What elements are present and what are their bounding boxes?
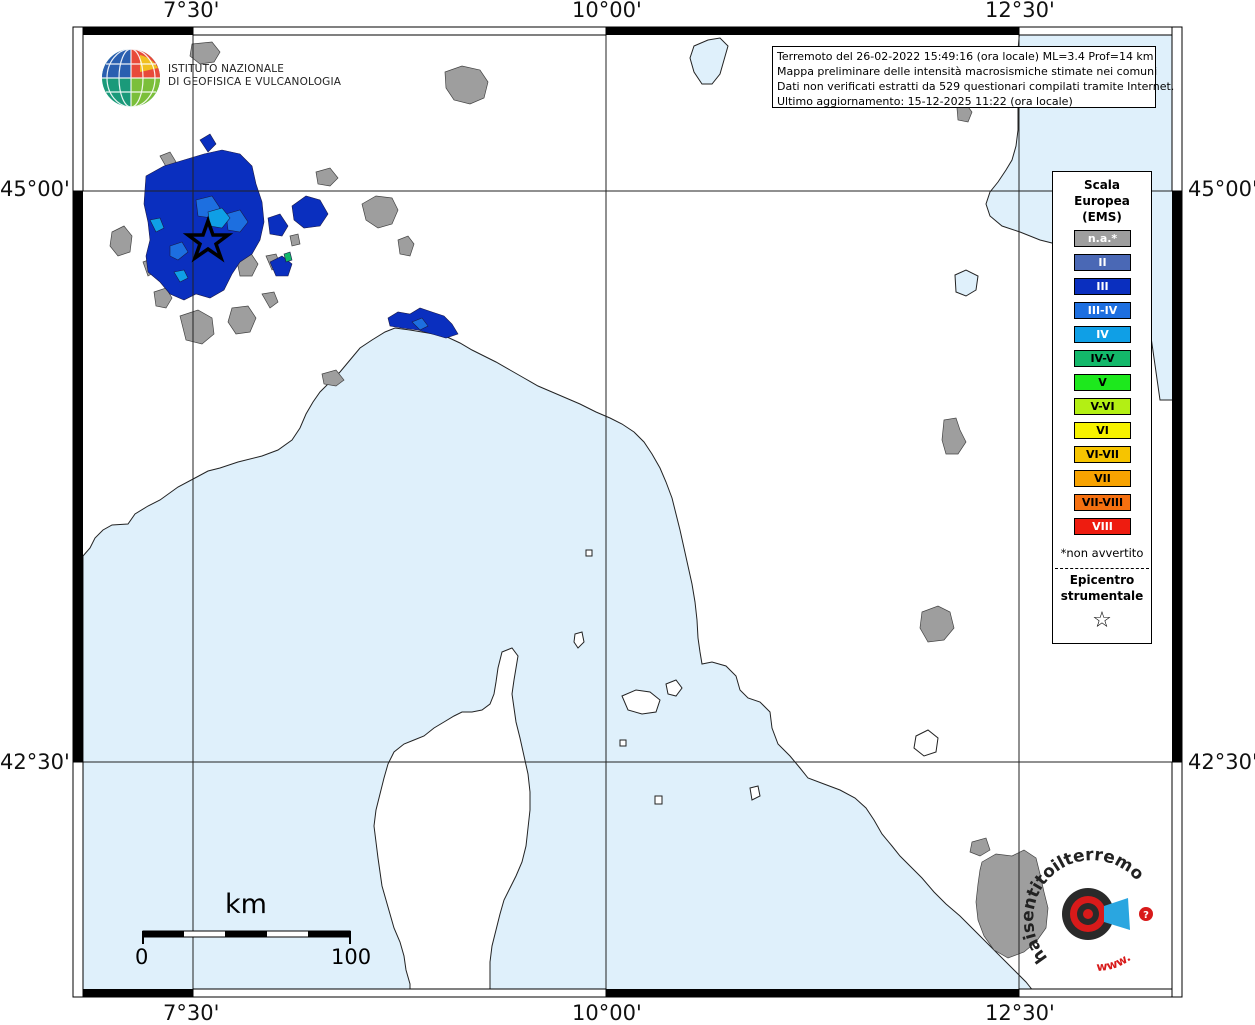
scale-max-label: 100 [331, 945, 372, 969]
epicenter-label-line-2: strumentale [1060, 589, 1144, 603]
lon-label-top-1: 7°30' [163, 0, 220, 22]
epicenter-legend-star-icon: ☆ [1092, 608, 1112, 633]
legend-swatch: VI [1074, 422, 1131, 439]
ems-legend: Scala Europea (EMS) n.a.* II III III-IV IV IV… [1052, 171, 1152, 644]
island [585, 549, 593, 557]
not-felt-note: *non avvertito [1060, 546, 1144, 560]
legend-swatch: III-IV [1074, 302, 1131, 319]
legend-swatch: V-VI [1074, 398, 1131, 415]
legend-swatch: VIII [1074, 518, 1131, 535]
lat-label-right-2: 42°30' [1188, 750, 1255, 774]
legend-swatch: III [1074, 278, 1131, 295]
legend-swatch: V [1074, 374, 1131, 391]
svg-text:?: ? [1143, 910, 1149, 921]
ingv-line-2: DI GEOFISICA E VULCANOLOGIA [168, 76, 342, 88]
info-line-3: Dati non verificati estratti da 529 ques… [777, 80, 1175, 93]
info-line-2: Mappa preliminare delle intensità macros… [777, 65, 1158, 78]
island [654, 795, 663, 805]
legend-title: Scala Europea (EMS) [1053, 177, 1151, 225]
info-line-4: Ultimo aggiornamento: 15-12-2025 11:22 (… [777, 95, 1073, 108]
legend-swatch: IV [1074, 326, 1131, 343]
legend-title-line-1: Scala [1083, 178, 1121, 192]
ingv-line-1: ISTITUTO NAZIONALE [168, 63, 285, 75]
island [619, 739, 627, 747]
lat-label-left-1: 45°00' [0, 177, 70, 201]
ingv-logo-text: ISTITUTO NAZIONALE DI GEOFISICA E VULCAN… [168, 63, 341, 89]
ingv-logo-icon [102, 48, 160, 108]
epicenter-label-line-1: Epicentro [1069, 573, 1135, 587]
legend-title-line-3: (EMS) [1082, 210, 1122, 224]
epicenter-legend-label: Epicentro strumentale [1053, 572, 1151, 604]
legend-swatch: VI-VII [1074, 446, 1131, 463]
legend-separator [1055, 568, 1149, 569]
legend-swatch: n.a.* [1074, 230, 1131, 247]
scale-unit-label: km [225, 889, 267, 920]
legend-swatch: II [1074, 254, 1131, 271]
legend-title-line-2: Europea [1074, 194, 1130, 208]
legend-swatch: VII [1074, 470, 1131, 487]
lon-label-bottom-2: 10°00' [572, 1001, 642, 1025]
lon-label-bottom-1: 7°30' [163, 1001, 220, 1025]
lat-label-right-1: 45°00' [1188, 177, 1255, 201]
lon-label-top-3: 12°30' [985, 0, 1055, 22]
legend-swatch: VII-VIII [1074, 494, 1131, 511]
scale-min-label: 0 [135, 945, 149, 969]
earthquake-info-box: Terremoto del 26-02-2022 15:49:16 (ora l… [772, 46, 1175, 108]
legend-swatch: IV-V [1074, 350, 1131, 367]
lat-label-left-2: 42°30' [0, 750, 70, 774]
info-line-1: Terremoto del 26-02-2022 15:49:16 (ora l… [777, 50, 1154, 63]
lon-label-bottom-3: 12°30' [985, 1001, 1055, 1025]
lon-label-top-2: 10°00' [572, 0, 642, 22]
